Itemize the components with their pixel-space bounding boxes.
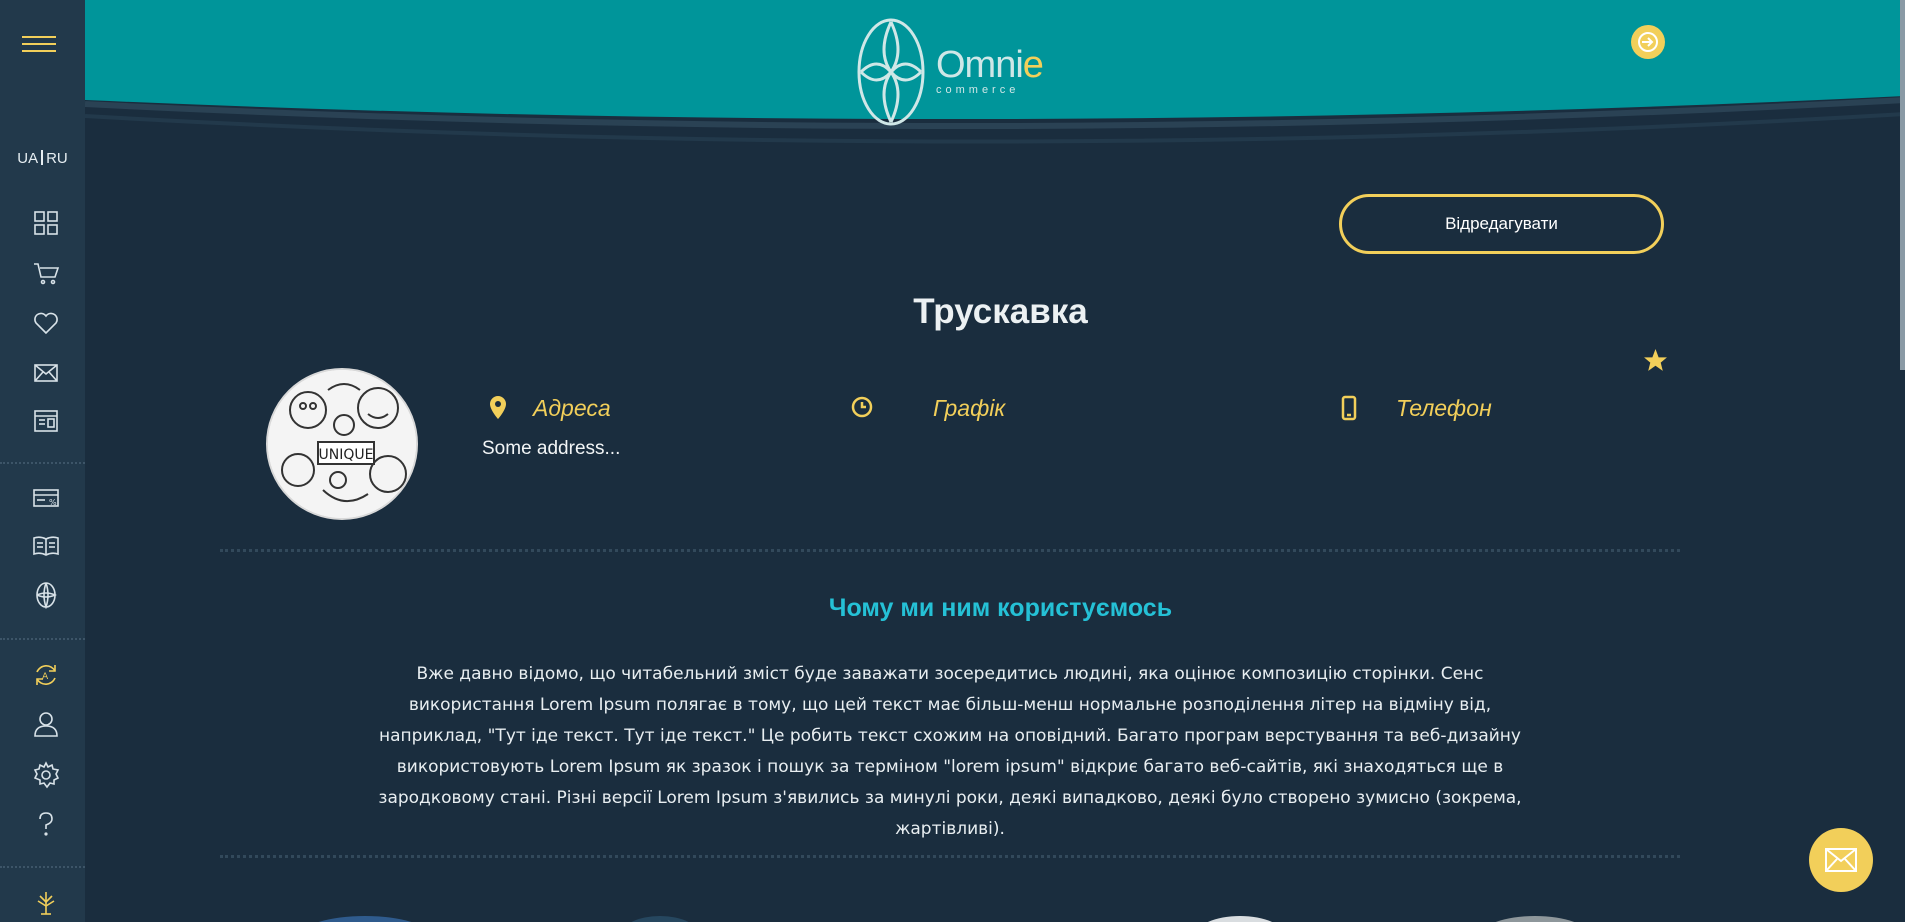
- phone-block: Телефон: [1336, 392, 1492, 424]
- layout-icon[interactable]: [30, 405, 62, 437]
- about-paragraph: Вже давно відомо, що читабельний зміст б…: [378, 664, 1522, 839]
- dashboard-icon[interactable]: [30, 207, 62, 239]
- catalog-book-icon[interactable]: [30, 530, 62, 562]
- sidebar-divider: [0, 866, 85, 868]
- phone-label: Телефон: [1396, 394, 1492, 421]
- star-icon[interactable]: [1643, 348, 1668, 373]
- help-icon[interactable]: [30, 808, 62, 840]
- avatar-caption: UNIQUE: [319, 447, 374, 463]
- sidebar-divider: [0, 638, 85, 640]
- logo-subtitle: commerce: [936, 84, 1020, 96]
- mail-icon[interactable]: [30, 357, 62, 389]
- svg-text:A: A: [42, 672, 49, 682]
- user-icon[interactable]: [30, 708, 62, 740]
- phone-icon: [1336, 392, 1362, 424]
- lang-ua[interactable]: UA: [17, 150, 38, 167]
- schedule-block: Графік: [849, 392, 1005, 424]
- login-icon[interactable]: [1631, 25, 1665, 59]
- page-title: Трускавка: [0, 292, 1905, 332]
- mail-fab-icon[interactable]: [1809, 828, 1873, 892]
- partner-logo-circle[interactable]: [1480, 916, 1590, 922]
- svg-text:%: %: [49, 498, 57, 507]
- avatar: UNIQUE: [266, 368, 418, 520]
- hamburger-menu-icon[interactable]: [22, 36, 56, 58]
- location-pin-icon: [485, 392, 511, 424]
- lang-ru[interactable]: RU: [46, 150, 68, 167]
- address-block: Адреса: [485, 392, 611, 424]
- logo-brand-accent: e: [1022, 44, 1044, 86]
- cart-icon[interactable]: [30, 257, 62, 289]
- section-divider: [220, 549, 1680, 552]
- lang-separator: [41, 150, 44, 165]
- language-switcher: UA RU: [0, 150, 85, 167]
- settings-icon[interactable]: [30, 759, 62, 791]
- section-title-text: Чому ми ним користуємось: [828, 594, 1173, 622]
- scrollbar[interactable]: [1900, 0, 1905, 370]
- store-name: Трускавка: [913, 292, 1088, 331]
- address-value: Some address...: [482, 438, 621, 459]
- tree-icon[interactable]: [30, 886, 62, 918]
- clock-icon: [849, 392, 875, 424]
- section-title: Чому ми ним користуємось: [0, 594, 1905, 623]
- address-label: Адреса: [533, 394, 611, 421]
- avatar-doodle-image: UNIQUE: [268, 370, 416, 518]
- sidebar-divider: [0, 462, 85, 464]
- partner-logo-circle[interactable]: [1195, 916, 1285, 922]
- logo-brand: Omnie: [936, 44, 1044, 87]
- sidebar: UA RU % A: [0, 0, 85, 922]
- partner-logo-circle[interactable]: [620, 916, 700, 922]
- partner-logo-circle[interactable]: [300, 916, 430, 922]
- sync-icon[interactable]: A: [30, 659, 62, 691]
- logo-brand-text: Omni: [936, 44, 1024, 86]
- edit-button[interactable]: Відредагувати: [1339, 194, 1664, 254]
- section-divider: [220, 855, 1680, 858]
- discount-card-icon[interactable]: %: [30, 482, 62, 514]
- schedule-label: Графік: [933, 394, 1006, 421]
